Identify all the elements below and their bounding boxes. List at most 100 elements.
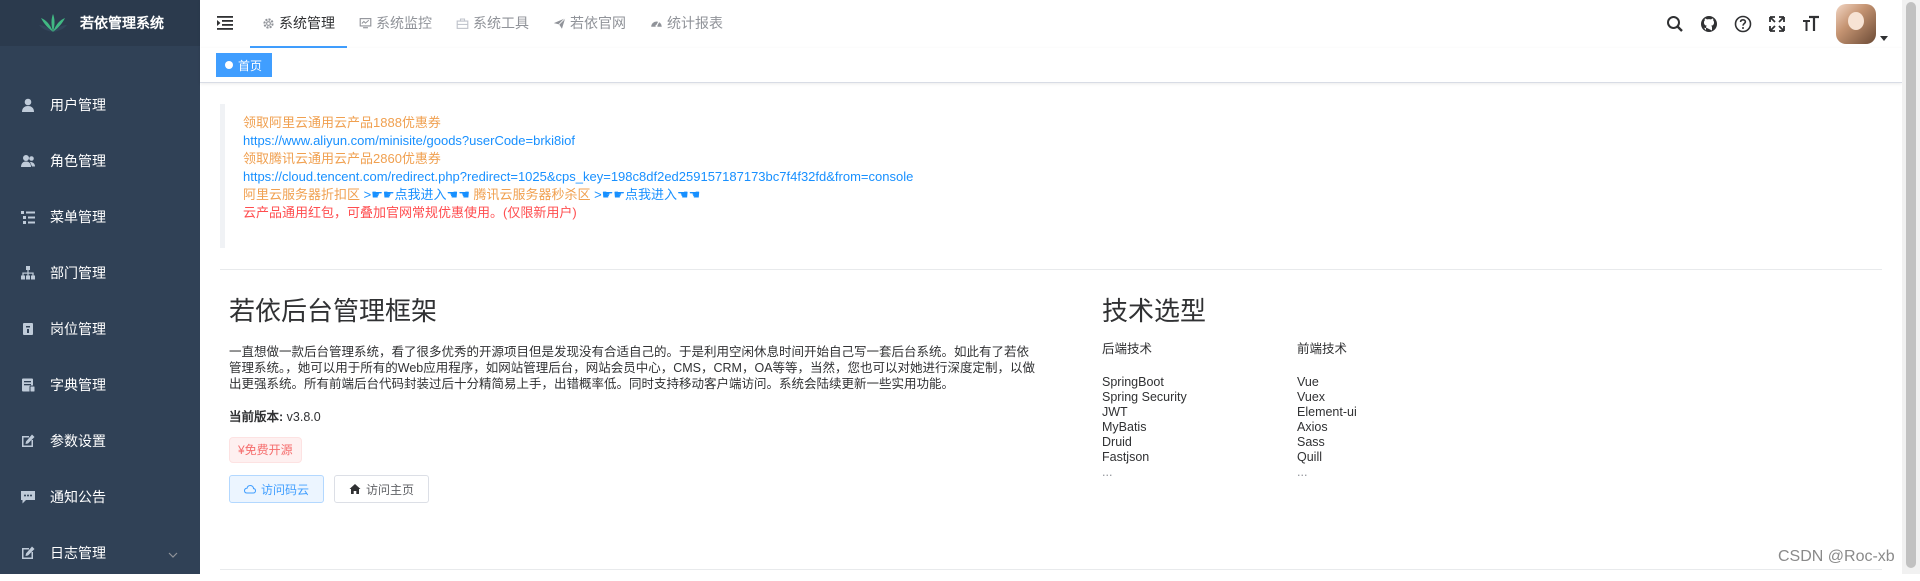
top-menu-system[interactable]: 系统管理 (250, 0, 347, 48)
sidebar-item-dict[interactable]: 字典管理 (0, 357, 200, 413)
divider (220, 569, 1882, 570)
sidebar-item-posts[interactable]: 岗位管理 (0, 301, 200, 357)
frontend-head: 前端技术 (1297, 342, 1348, 356)
scrollbar-thumb[interactable] (1906, 2, 1916, 568)
list-item: Quill (1297, 450, 1323, 464)
top-menu-website[interactable]: 若依官网 (541, 0, 638, 46)
caret-down-icon[interactable] (1880, 0, 1890, 54)
toolbox-icon (456, 18, 469, 29)
active-dot-icon (225, 61, 233, 69)
top-menu: 系统管理 系统监控 系统工具 若依官网 统计报表 (250, 0, 735, 48)
version-line: 当前版本: v3.8.0 (229, 406, 1039, 425)
list-item: Axios (1297, 420, 1328, 434)
top-menu-label: 统计报表 (667, 15, 723, 31)
logo-icon (39, 14, 67, 32)
sidebar-item-label: 日志管理 (50, 545, 106, 561)
divider (220, 269, 1882, 270)
top-menu-label: 若依官网 (570, 15, 626, 31)
search-button[interactable] (1658, 0, 1692, 48)
message-icon (20, 489, 36, 505)
fullscreen-button[interactable] (1760, 0, 1794, 48)
sidebar-item-notice[interactable]: 通知公告 (0, 469, 200, 525)
list-item: Vuex (1297, 390, 1326, 404)
navbar: 系统管理 系统监控 系统工具 若依官网 统计报表 (200, 0, 1902, 48)
aliyun-discount-link[interactable]: >☛☛点我进入☚☚ (364, 187, 470, 202)
list-item: Fastjson (1102, 450, 1150, 464)
tencent-discount-link[interactable]: >☛☛点我进入☚☚ (594, 187, 700, 202)
home-icon (349, 484, 361, 494)
vertical-scrollbar[interactable] (1902, 0, 1920, 574)
hamburger-icon[interactable] (216, 14, 234, 32)
sidebar-item-config[interactable]: 参数设置 (0, 413, 200, 469)
intro-buttons: 访问码云 访问主页 (229, 475, 1039, 503)
tree-icon (20, 265, 36, 281)
visit-gitee-button[interactable]: 访问码云 (229, 475, 325, 503)
search-icon (1667, 16, 1683, 32)
logo[interactable]: 若依管理系统 (0, 0, 200, 46)
tags-view: 首页 (200, 48, 1902, 83)
top-menu-label: 系统工具 (473, 15, 529, 31)
button-label: 访问主页 (366, 482, 415, 497)
tencent-coupon-link[interactable]: https://cloud.tencent.com/redirect.php?r… (243, 168, 1882, 186)
list-item: ... (1102, 465, 1113, 479)
sidebar-item-menus[interactable]: 菜单管理 (0, 189, 200, 245)
free-tag: ¥免费开源 (229, 437, 302, 463)
sidebar-item-label: 参数设置 (50, 433, 106, 449)
top-menu-tools[interactable]: 系统工具 (444, 0, 541, 46)
list-item: JWT (1102, 405, 1128, 419)
font-size-button[interactable] (1794, 0, 1828, 48)
backend-tech-list: 后端技术 SpringBoot Spring Security JWT MyBa… (1102, 342, 1297, 480)
tag-label: 首页 (238, 58, 263, 73)
tech-section: 技术选型 后端技术 SpringBoot Spring Security JWT… (1102, 292, 1602, 480)
list-item: Druid (1102, 435, 1132, 449)
tree-table-icon (20, 209, 36, 225)
aliyun-coupon-link[interactable]: https://www.aliyun.com/minisite/goods?us… (243, 132, 1882, 150)
log-icon (20, 545, 36, 561)
redpack-text: 云产品通用红包，可叠加官网常规优惠使用。(仅限新用户) (243, 205, 577, 220)
backend-head: 后端技术 (1102, 342, 1153, 356)
list-item: Vue (1297, 375, 1319, 389)
intro-description: 一直想做一款后台管理系统，看了很多优秀的开源项目但是发现没有合适自己的。于是利用… (229, 345, 1036, 391)
sidebar-item-users[interactable]: 用户管理 (0, 77, 200, 133)
top-menu-label: 系统管理 (279, 15, 335, 31)
sidebar-item-label: 部门管理 (50, 265, 106, 281)
intro-section: 若依后台管理框架 一直想做一款后台管理系统，看了很多优秀的开源项目但是发现没有合… (229, 292, 1039, 503)
list-item: Element-ui (1297, 405, 1357, 419)
button-label: 访问码云 (261, 482, 310, 497)
top-menu-report[interactable]: 统计报表 (638, 0, 735, 46)
send-icon (553, 17, 566, 29)
font-size-icon (1803, 15, 1819, 31)
sidebar-item-departments[interactable]: 部门管理 (0, 245, 200, 301)
github-icon (1701, 16, 1717, 32)
intro-title: 若依后台管理框架 (229, 297, 438, 327)
question-icon (1734, 15, 1752, 33)
sidebar-item-label: 菜单管理 (50, 209, 106, 225)
fullscreen-icon (1769, 16, 1785, 32)
list-item: Sass (1297, 435, 1325, 449)
post-icon (20, 321, 36, 337)
help-button[interactable] (1726, 0, 1760, 48)
navbar-tools (1658, 0, 1902, 48)
visit-home-button[interactable]: 访问主页 (334, 475, 430, 503)
user-icon (20, 97, 36, 113)
sidebar-item-label: 字典管理 (50, 377, 106, 393)
avatar[interactable] (1836, 4, 1876, 44)
sidebar: 若依管理系统 用户管理 角色管理 菜单管理 部门管理 岗位管理 字典管理 参数设… (0, 0, 200, 574)
list-item: Spring Security (1102, 390, 1187, 404)
dashboard-icon (651, 20, 662, 27)
top-menu-monitor[interactable]: 系统监控 (347, 0, 444, 46)
peoples-icon (20, 153, 36, 169)
sidebar-item-label: 用户管理 (50, 97, 106, 113)
main-content: 领取阿里云通用云产品1888优惠券 https://www.aliyun.com… (200, 82, 1902, 574)
edit-icon (20, 433, 36, 449)
tencent-coupon-title: 领取腾讯云通用云产品2860优惠券 (243, 151, 441, 166)
aliyun-discount-label: 阿里云服务器折扣区 (243, 187, 361, 202)
tag-home[interactable]: 首页 (216, 53, 273, 77)
gear-icon (263, 17, 274, 29)
sidebar-item-roles[interactable]: 角色管理 (0, 133, 200, 189)
aliyun-coupon-title: 领取阿里云通用云产品1888优惠券 (243, 115, 441, 130)
github-button[interactable] (1692, 0, 1726, 48)
tencent-discount-label: 腾讯云服务器秒杀区 (473, 187, 591, 202)
list-item: MyBatis (1102, 420, 1147, 434)
sidebar-item-logs[interactable]: 日志管理 (0, 525, 200, 581)
